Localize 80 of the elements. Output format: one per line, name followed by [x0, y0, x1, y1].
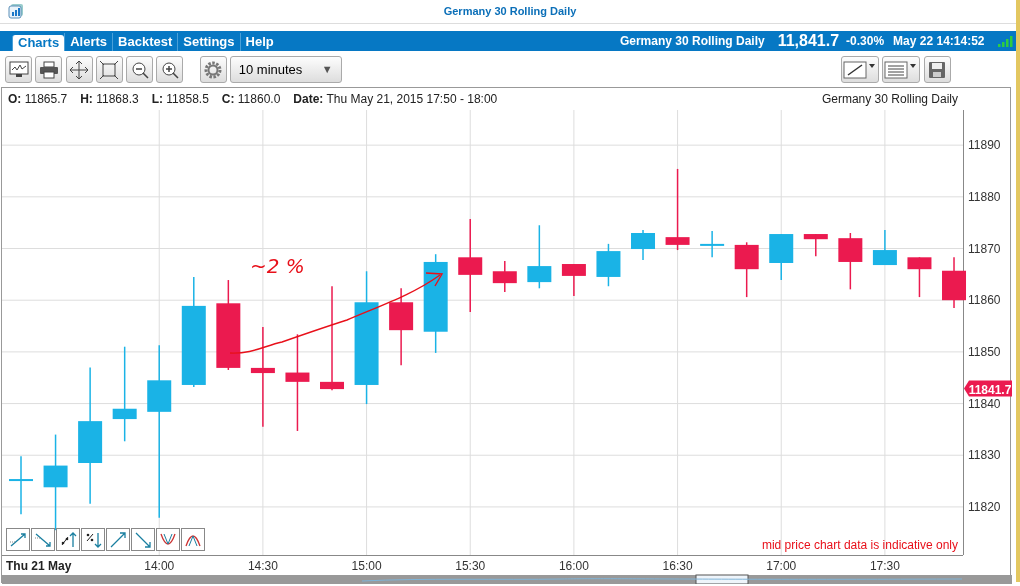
nav-tab[interactable]: Charts — [12, 35, 65, 51]
signal-icon — [997, 35, 1014, 47]
drawing-tool-button[interactable] — [181, 528, 205, 551]
y-axis-label: 11820 — [968, 499, 1001, 514]
fit-button[interactable] — [95, 56, 123, 83]
candlestick — [561, 263, 586, 297]
ohlc-field: H: 11868.3 — [80, 90, 139, 108]
last-price-label: 11841.7 — [964, 380, 1012, 397]
ohlc-field: Date: Thu May 21, 2015 17:50 - 18:00 — [293, 90, 498, 108]
price-change: -0.30% — [846, 33, 885, 50]
save-button[interactable] — [923, 56, 951, 83]
zoom-out-button[interactable] — [126, 56, 153, 83]
candlestick — [942, 256, 966, 309]
candlestick — [700, 230, 725, 259]
candlestick — [838, 232, 863, 291]
candlestick — [803, 233, 828, 257]
chart-type-button[interactable] — [5, 56, 32, 83]
zoom-in-button[interactable] — [156, 56, 184, 83]
nav-tab[interactable]: Settings — [177, 33, 240, 51]
drawing-tool-button[interactable] — [106, 528, 130, 551]
y-axis-label: 11870 — [968, 241, 1001, 256]
nav-tab[interactable]: Alerts — [64, 33, 113, 51]
navigator-strip[interactable] — [2, 574, 1012, 584]
list-icon — [884, 59, 919, 80]
y-axis-label: 11890 — [968, 138, 1001, 153]
expand-icon — [99, 59, 120, 80]
nav-tab[interactable]: Help — [239, 33, 279, 51]
drawing-tool-button[interactable] — [131, 528, 155, 551]
ohlc-field: O: 11865.7 — [8, 90, 68, 108]
candlestick — [872, 229, 897, 266]
candlestick — [734, 241, 759, 298]
nav-tab[interactable]: Backtest — [112, 33, 178, 51]
move-icon — [69, 59, 89, 80]
interval-dropdown[interactable]: 10 minutes ▼ — [229, 56, 342, 83]
y-axis-label: 11830 — [968, 448, 1001, 463]
date-label: Thu 21 May — [6, 559, 72, 573]
x-axis-label: 15:00 — [351, 559, 382, 573]
candlestick — [769, 233, 794, 281]
window-title: Germany 30 Rolling Daily — [443, 4, 577, 20]
settings-button[interactable] — [199, 56, 227, 83]
pan-button[interactable] — [65, 56, 93, 83]
x-axis-label: 17:30 — [869, 559, 900, 573]
y-axis-label: 11860 — [968, 293, 1001, 308]
price: 11,841.7 — [777, 31, 840, 51]
y-axis-label: 11850 — [968, 344, 1001, 359]
ohlc-field: C: 11860.0 — [221, 90, 281, 108]
candlestick — [631, 229, 655, 261]
candlestick — [9, 455, 33, 515]
x-axis-label: 16:30 — [662, 559, 693, 573]
monitor-icon — [8, 60, 29, 79]
annotation-text: ~2 % — [250, 254, 305, 278]
x-axis-label: 15:30 — [455, 559, 486, 573]
disclaimer-text: mid price chart data is indicative only — [761, 537, 958, 554]
instrument-name: Germany 30 Rolling Daily — [821, 91, 958, 108]
ohlc-field: L: 11858.5 — [151, 90, 209, 108]
drawing-tool-button[interactable] — [81, 528, 105, 551]
print-button[interactable] — [35, 56, 63, 83]
drawing-tool-button[interactable] — [56, 528, 80, 551]
drawing-tool-button[interactable] — [156, 528, 180, 551]
candlestick — [492, 260, 517, 293]
candlestick — [596, 243, 621, 287]
zoom-in-icon — [159, 59, 180, 80]
chart-app-icon — [8, 3, 24, 19]
instrument-name: Germany 30 Rolling Daily — [619, 33, 765, 50]
x-axis-label: 14:00 — [144, 559, 175, 573]
draw-line-dropdown[interactable] — [841, 56, 879, 83]
x-axis-label: 17:00 — [766, 559, 797, 573]
line-tool-icon — [843, 59, 877, 80]
print-icon — [38, 60, 59, 79]
x-axis-label: 14:30 — [247, 559, 278, 573]
save-icon — [928, 60, 946, 79]
x-axis-label: 16:00 — [558, 559, 589, 573]
y-axis-label: 11880 — [968, 189, 1001, 204]
candlestick — [907, 256, 932, 298]
settings-icon — [203, 59, 223, 80]
zoom-out-icon — [129, 59, 150, 80]
y-axis-label: 11840 — [968, 396, 1001, 411]
timestamp: May 22 14:14:52 — [893, 33, 985, 50]
arrow-up-icon — [108, 529, 128, 550]
candlestick — [527, 224, 552, 290]
